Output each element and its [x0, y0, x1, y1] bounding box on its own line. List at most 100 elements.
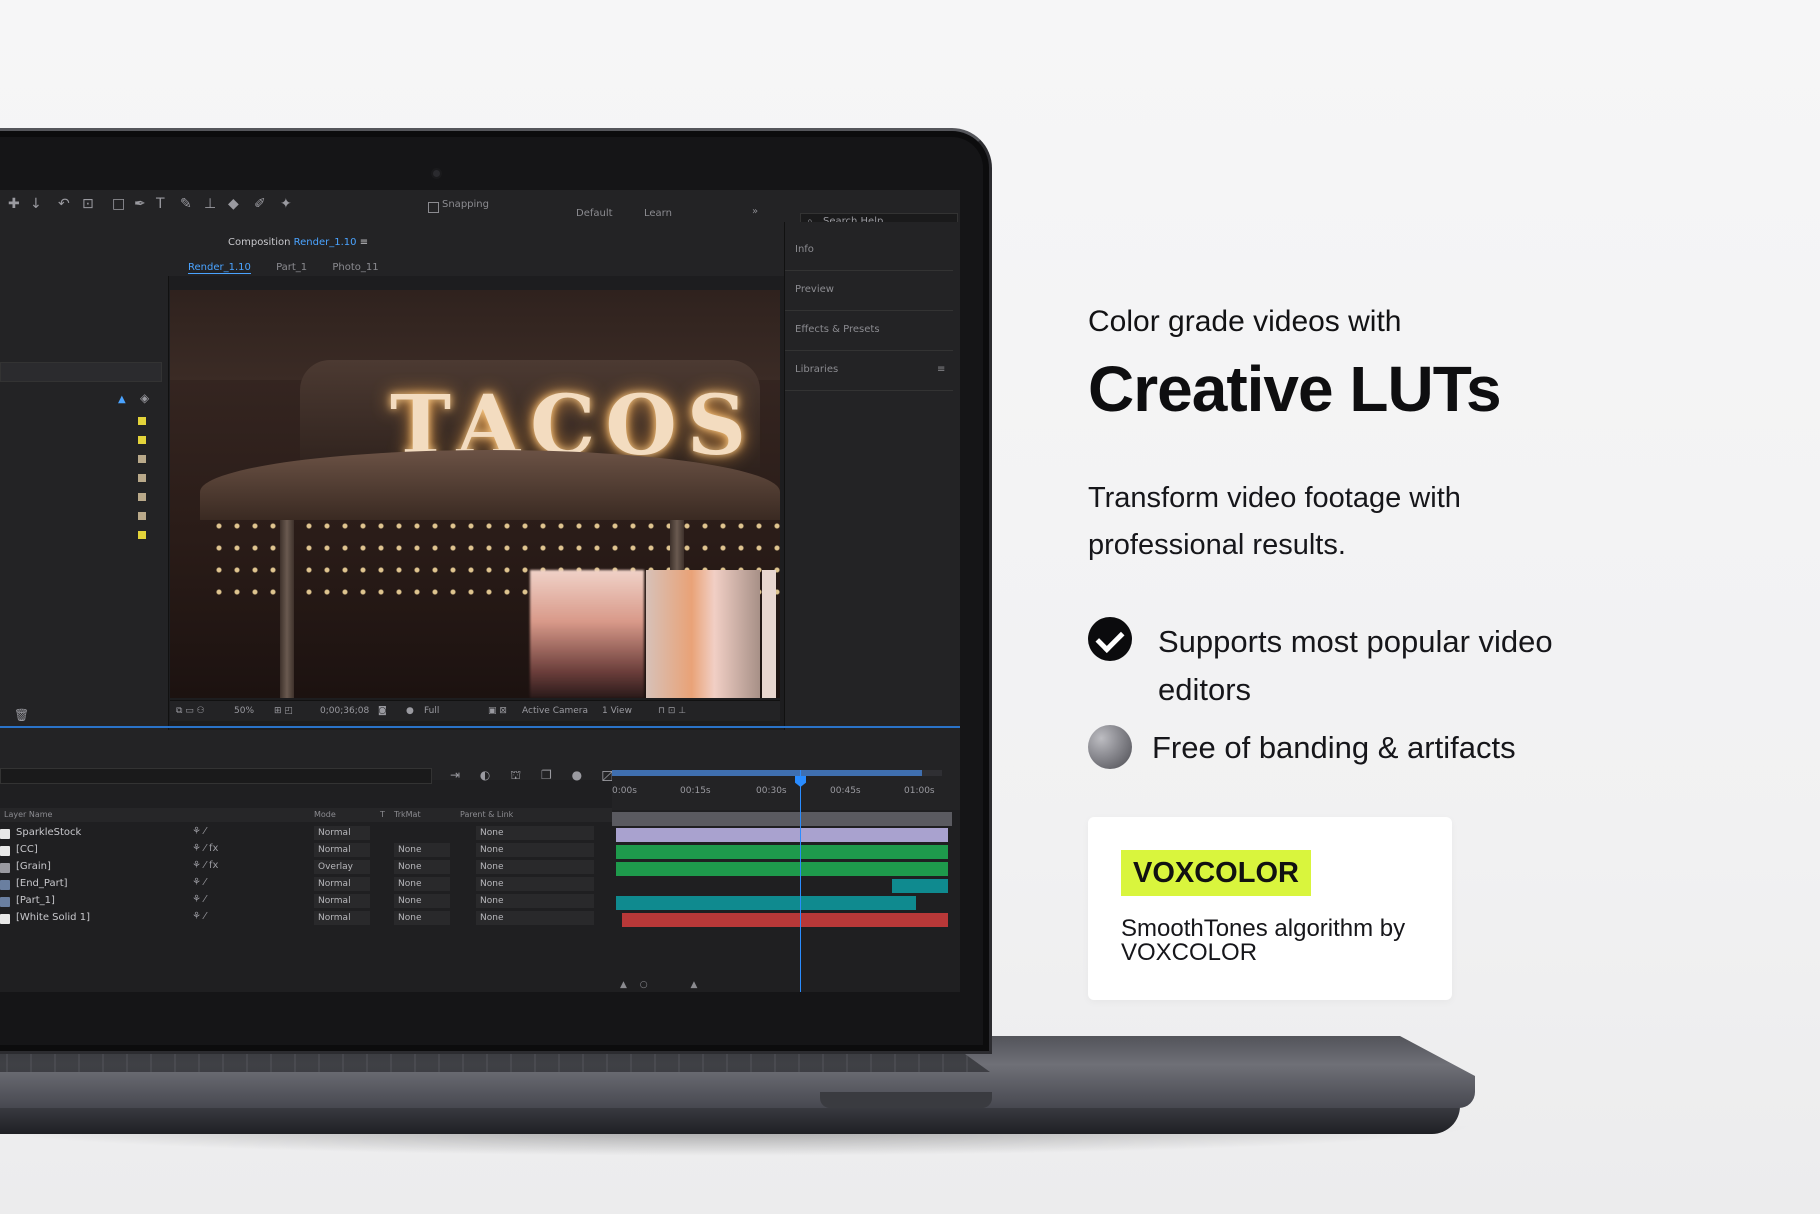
- zoom-out-icon[interactable]: ▲: [620, 980, 627, 990]
- label-swatch: [138, 474, 146, 482]
- composition-viewer[interactable]: TACOS: [170, 290, 780, 698]
- col-t: T: [380, 810, 385, 819]
- layer-row[interactable]: [White Solid 1] ⚘ ⁄ Normal None None: [0, 910, 612, 927]
- puppet-pin-tool-icon[interactable]: ✦: [280, 196, 292, 212]
- arrow-down-tool-icon[interactable]: ↓: [30, 196, 42, 212]
- views-dropdown[interactable]: 1 View: [602, 706, 632, 716]
- timecode[interactable]: 0;00;36;08: [320, 706, 369, 716]
- layer-row[interactable]: [Part_1] ⚘ ⁄ Normal None None: [0, 893, 612, 910]
- layer-switches-icon[interactable]: ⚘ ⁄: [192, 894, 206, 905]
- mode-select[interactable]: Normal: [314, 877, 370, 891]
- tab-render[interactable]: Render_1.10: [188, 262, 251, 274]
- time-ruler[interactable]: 0:00s 00:15s 00:30s 00:45s 01:00s: [612, 770, 960, 810]
- ruler-tick: 00:30s: [756, 786, 787, 796]
- layer-switches-icon[interactable]: ⚘ ⁄ fx: [192, 860, 218, 871]
- timeline-zoom-slider[interactable]: ▲ ○ ▲: [620, 980, 932, 990]
- mode-select[interactable]: Normal: [314, 894, 370, 908]
- camera-dropdown[interactable]: Active Camera: [522, 706, 588, 716]
- laptop-notch: [820, 1092, 992, 1108]
- view-options-icon[interactable]: ⊓ ⊡ ⊥: [658, 706, 686, 716]
- workspace-default[interactable]: Default: [576, 208, 613, 219]
- roto-brush-tool-icon[interactable]: ✐: [254, 196, 266, 212]
- parent-select[interactable]: None: [476, 894, 594, 908]
- label-tag-icon[interactable]: ◈: [140, 391, 149, 405]
- stamp-tool-icon[interactable]: ⊥: [204, 196, 216, 212]
- sort-arrow-icon[interactable]: ▲: [118, 394, 126, 405]
- tab-photo-11[interactable]: Photo_11: [332, 262, 378, 273]
- overflow-chevron-icon[interactable]: »: [752, 206, 758, 217]
- project-search-bar[interactable]: [0, 362, 162, 382]
- viewer-options-icon[interactable]: ⧉ ▭ ⚇: [176, 706, 205, 716]
- time-navigator-range[interactable]: [612, 770, 922, 776]
- work-area-bar[interactable]: [612, 812, 952, 826]
- zoom-in-icon[interactable]: ▲: [691, 980, 698, 990]
- layer-name: [Part_1]: [16, 895, 55, 906]
- mode-select[interactable]: Normal: [314, 911, 370, 925]
- feature-item: Supports most popular video editors: [1158, 624, 1553, 707]
- layer-switches-icon[interactable]: ⚘ ⁄: [192, 877, 206, 888]
- layer-switches-icon[interactable]: ⚘ ⁄: [192, 826, 206, 837]
- trkmat-select[interactable]: None: [394, 911, 450, 925]
- eraser-tool-icon[interactable]: ◆: [228, 196, 239, 212]
- stage: ✚ ↓ ↶ ⊡ □ ✒ T ✎ ⊥ ◆ ✐ ✦ Snapping Default…: [0, 0, 1820, 1214]
- color-channel-icon[interactable]: ●: [406, 706, 414, 716]
- mode-select[interactable]: Overlay: [314, 860, 370, 874]
- layer-row[interactable]: [Grain] ⚘ ⁄ fx Overlay None None: [0, 859, 612, 876]
- composition-title: Composition Render_1.10 ≡: [228, 237, 368, 248]
- menu-icon[interactable]: ≡: [937, 364, 945, 375]
- panel-info[interactable]: Info: [795, 244, 814, 255]
- trkmat-select[interactable]: None: [394, 894, 450, 908]
- trkmat-select[interactable]: None: [394, 843, 450, 857]
- timeline-switches-icon[interactable]: ⇥ ◐ ⛫ ❐ ● ⧄: [450, 768, 621, 784]
- timeline-search-input[interactable]: [0, 768, 432, 784]
- resolution-dropdown[interactable]: Full: [424, 706, 439, 716]
- menu-icon[interactable]: ≡: [360, 237, 368, 248]
- parent-select[interactable]: None: [476, 860, 594, 874]
- time-navigator[interactable]: [612, 770, 942, 776]
- composition-tabs: Render_1.10 Part_1 Photo_11: [188, 262, 401, 274]
- panel-libraries[interactable]: Libraries: [795, 364, 838, 375]
- grid-toggle-icon[interactable]: ⊞ ◰: [274, 706, 293, 716]
- region-icon[interactable]: ▣ ⊠: [488, 706, 507, 716]
- parent-select[interactable]: None: [476, 843, 594, 857]
- layer-switches-icon[interactable]: ⚘ ⁄: [192, 911, 206, 922]
- trash-icon[interactable]: 🗑: [14, 708, 29, 722]
- text-tool-icon[interactable]: T: [156, 196, 165, 212]
- brush-tool-icon[interactable]: ✎: [180, 196, 192, 212]
- layer-row[interactable]: SparkleStock ⚘ ⁄ Normal None: [0, 825, 612, 842]
- move-tool-icon[interactable]: ✚: [8, 196, 20, 212]
- camera-tool-icon[interactable]: ⊡: [82, 196, 94, 212]
- mode-select[interactable]: Normal: [314, 826, 370, 840]
- layer-bar[interactable]: [622, 913, 948, 927]
- panel-effects-presets[interactable]: Effects & Presets: [795, 324, 880, 335]
- rotate-tool-icon[interactable]: ↶: [58, 196, 70, 212]
- layer-row[interactable]: [End_Part] ⚘ ⁄ Normal None None: [0, 876, 612, 893]
- snapping-checkbox[interactable]: [428, 202, 439, 213]
- layer-bar[interactable]: [616, 828, 948, 842]
- playhead[interactable]: [800, 770, 801, 992]
- layer-bar[interactable]: [616, 845, 948, 859]
- check-circle-icon: [1088, 617, 1132, 661]
- trkmat-select[interactable]: None: [394, 877, 450, 891]
- snapshot-icon[interactable]: ◙: [378, 706, 387, 716]
- tab-part-1[interactable]: Part_1: [276, 262, 307, 273]
- parent-select[interactable]: None: [476, 826, 594, 840]
- layer-bar[interactable]: [892, 879, 948, 893]
- trkmat-select[interactable]: None: [394, 860, 450, 874]
- zoom-dropdown[interactable]: 50%: [234, 706, 254, 716]
- parent-select[interactable]: None: [476, 877, 594, 891]
- brand-badge: VOXCOLOR: [1121, 850, 1311, 896]
- zoom-handle[interactable]: ○: [640, 980, 648, 990]
- parent-select[interactable]: None: [476, 911, 594, 925]
- pen-tool-icon[interactable]: ✒: [134, 196, 146, 212]
- layer-switches-icon[interactable]: ⚘ ⁄ fx: [192, 843, 218, 854]
- layer-bar[interactable]: [616, 862, 948, 876]
- layer-row[interactable]: [CC] ⚘ ⁄ fx Normal None None: [0, 842, 612, 859]
- composition-label: Composition: [228, 237, 291, 248]
- panel-preview[interactable]: Preview: [795, 284, 834, 295]
- rectangle-tool-icon[interactable]: □: [112, 196, 125, 212]
- mode-select[interactable]: Normal: [314, 843, 370, 857]
- workspace-learn[interactable]: Learn: [644, 208, 672, 219]
- layer-bar[interactable]: [616, 896, 916, 910]
- right-panel: Info Preview Effects & Presets Libraries…: [784, 222, 960, 730]
